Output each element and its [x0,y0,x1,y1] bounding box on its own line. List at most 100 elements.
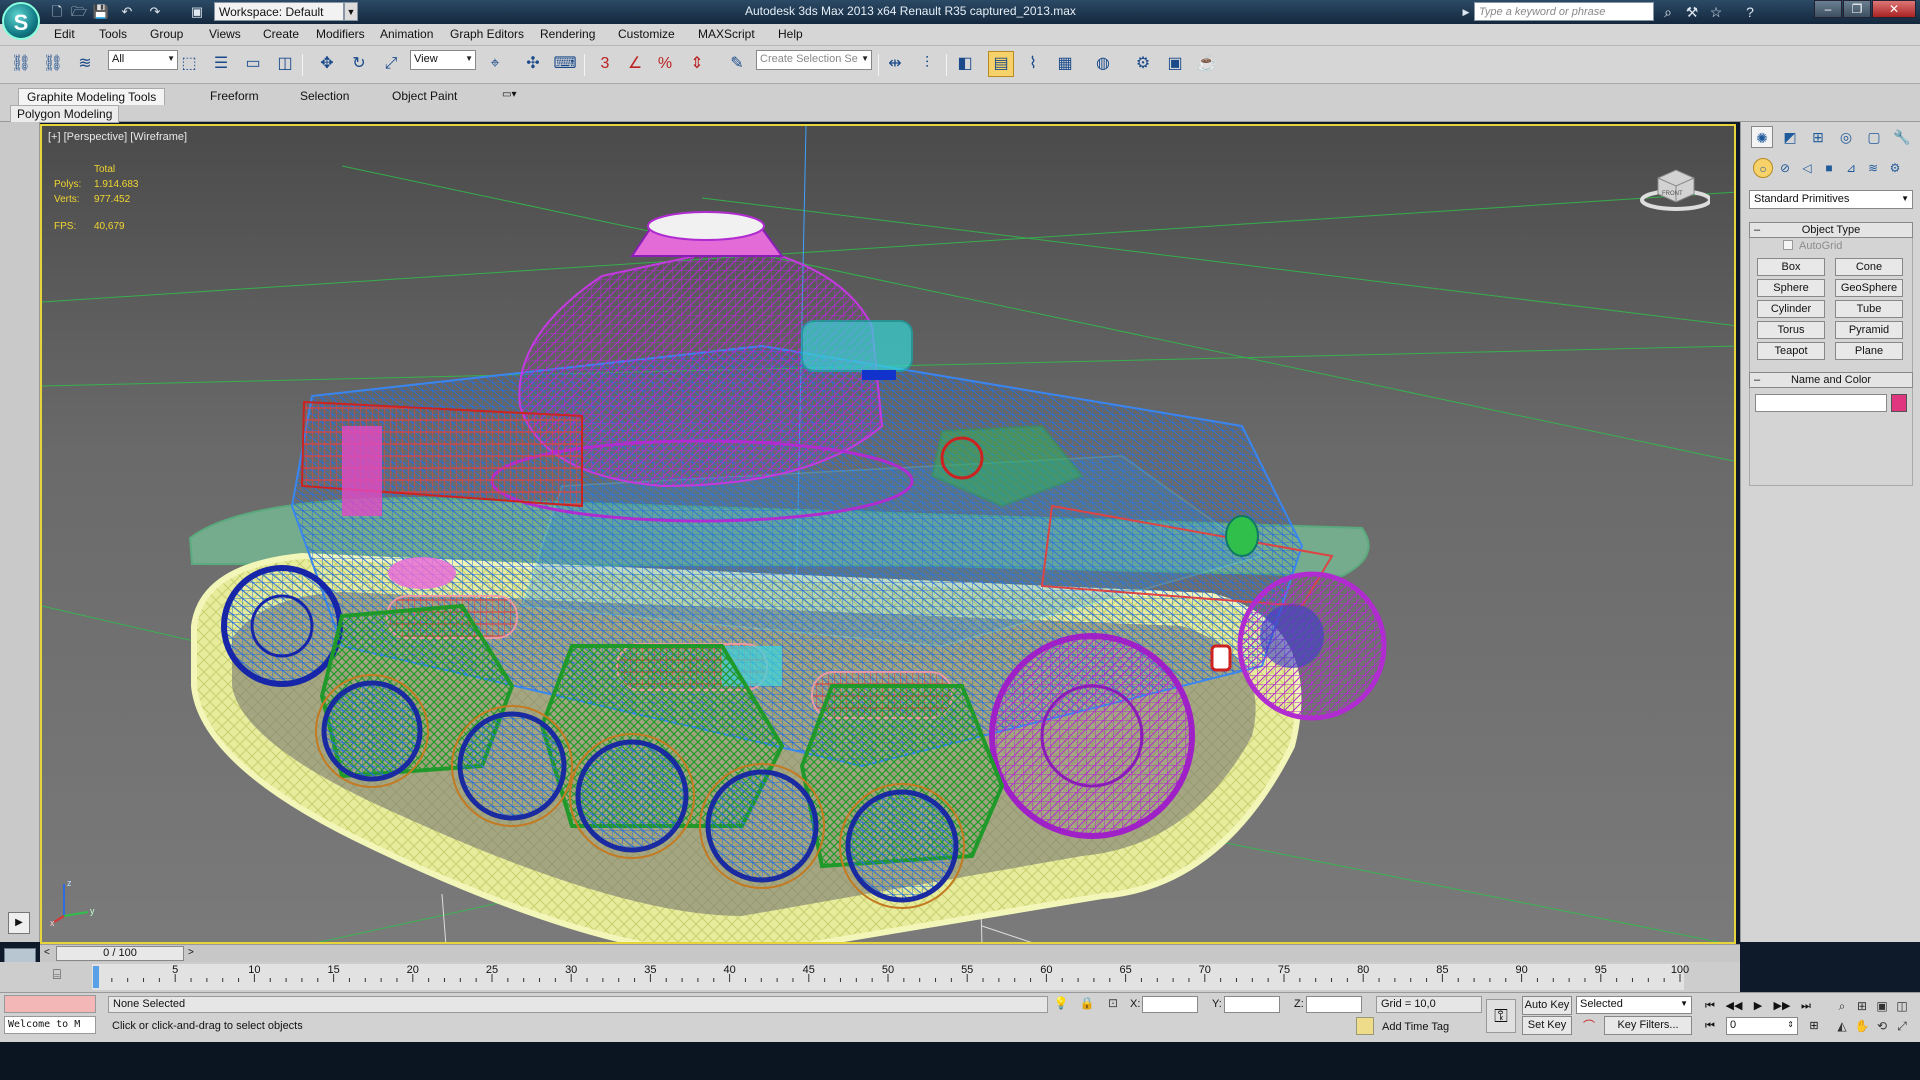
new-file-icon[interactable]: 🗋 [48,3,66,21]
tab-selection[interactable]: Selection [292,88,357,105]
menu-tools[interactable]: Tools [99,27,127,41]
maxscript-mini-listener-output[interactable] [4,995,96,1013]
menu-modifiers[interactable]: Modifiers [316,27,365,41]
menu-group[interactable]: Group [150,27,183,41]
perspective-viewport[interactable]: [+] [Perspective] [Wireframe] Total Poly… [40,124,1736,944]
field-of-view-icon[interactable]: ◭ [1832,1017,1852,1035]
current-frame-spinner[interactable]: 0 ⇕ [1726,1017,1798,1035]
play-icon[interactable]: ▶ [1748,997,1768,1015]
tab-graphite-modeling-tools[interactable]: Graphite Modeling Tools [18,88,166,105]
menu-rendering[interactable]: Rendering [540,27,595,41]
cameras-category-icon[interactable]: ■ [1819,158,1839,178]
tab-object-paint[interactable]: Object Paint [384,88,465,105]
geosphere-button[interactable]: GeoSphere [1835,279,1903,297]
reference-coordinate-dropdown[interactable]: View ▼ [410,50,476,70]
zoom-extents-all-icon[interactable]: ◫ [1892,997,1912,1015]
panel-polygon-modeling[interactable]: Polygon Modeling [10,105,120,123]
go-to-end-icon[interactable]: ⏭ [1796,997,1816,1015]
selection-lock-icon[interactable]: 🔒 [1078,996,1096,1013]
snaps-toggle-icon[interactable]: 3 [592,51,618,77]
shapes-category-icon[interactable]: ⊘ [1775,158,1795,178]
set-key-button[interactable]: Set Key [1522,1016,1572,1035]
render-setup-icon[interactable]: ⚙ [1130,51,1156,77]
rendered-frame-window-icon[interactable]: ▣ [1162,51,1188,77]
binoculars-icon[interactable]: ⌕ [1658,3,1678,21]
open-file-icon[interactable]: 🗁 [70,3,88,21]
add-time-tag-button[interactable]: Add Time Tag [1358,1017,1482,1037]
workspace-dropdown[interactable]: Workspace: Default [214,2,344,21]
systems-category-icon[interactable]: ⚙ [1885,158,1905,178]
zoom-all-icon[interactable]: ⊞ [1852,997,1872,1015]
keyboard-shortcut-override-icon[interactable]: ⌨ [552,51,578,77]
time-slider-thumb[interactable]: 0 / 100 [56,946,184,961]
hierarchy-tab-icon[interactable]: ⊞ [1807,126,1829,148]
geometry-category-icon[interactable]: ○ [1753,158,1773,178]
key-mode-dropdown[interactable]: Selected ▼ [1576,996,1692,1014]
layer-manager-icon[interactable]: ◧ [952,51,978,77]
percent-snap-icon[interactable]: % [652,51,678,77]
restore-button[interactable]: ❐ [1843,0,1871,18]
mirror-icon[interactable]: ⇹ [882,51,908,77]
menu-customize[interactable]: Customize [618,27,675,41]
pyramid-button[interactable]: Pyramid [1835,321,1903,339]
help-icon[interactable]: ? [1740,3,1760,21]
time-slider-prev[interactable]: < [44,947,50,958]
viewport-layout-expand-button[interactable]: ▶ [8,912,30,934]
menu-views[interactable]: Views [209,27,241,41]
named-selection-dropdown[interactable]: Create Selection Se ▼ [756,50,872,70]
next-frame-icon[interactable]: ▶▶ [1772,997,1792,1015]
project-folder-icon[interactable]: ▣ [188,3,206,21]
zoom-icon[interactable]: ⌕ [1832,997,1852,1015]
z-coord-field[interactable] [1306,996,1362,1013]
rectangular-region-icon[interactable]: ▭ [240,51,266,77]
minimize-button[interactable]: – [1814,0,1842,18]
viewcube[interactable]: FRONT [1640,162,1710,212]
lights-category-icon[interactable]: ◁ [1797,158,1817,178]
sphere-button[interactable]: Sphere [1757,279,1825,297]
unlink-icon[interactable]: ⛓ [40,51,66,77]
select-by-name-icon[interactable]: ☰ [208,51,234,77]
orbit-icon[interactable]: ⟲ [1872,1017,1892,1035]
select-manipulate-icon[interactable]: ✣ [520,51,546,77]
align-icon[interactable]: ⫶ [914,51,940,77]
select-and-scale-icon[interactable]: ⤢ [378,51,404,77]
motion-tab-icon[interactable]: ◎ [1835,126,1857,148]
application-button[interactable]: S [2,2,40,40]
create-tab-icon[interactable]: ✺ [1751,126,1773,148]
maxscript-mini-listener-input[interactable]: Welcome to M [4,1016,96,1034]
autogrid-checkbox[interactable]: AutoGrid [1783,240,1842,252]
auto-key-button[interactable]: Auto Key [1522,996,1572,1015]
cylinder-button[interactable]: Cylinder [1757,300,1825,318]
menu-help[interactable]: Help [778,27,803,41]
search-expand-icon[interactable]: ▶ [1456,3,1476,21]
x-coord-field[interactable] [1142,996,1198,1013]
key-filters-button[interactable]: Key Filters... [1604,1016,1692,1035]
key-mode-toggle-icon[interactable]: ⏮ [1700,1017,1720,1035]
set-keys-key-icon[interactable]: ⚿ [1486,999,1516,1033]
y-coord-field[interactable] [1224,996,1280,1013]
select-and-rotate-icon[interactable]: ↻ [346,51,372,77]
previous-frame-icon[interactable]: ◀◀ [1724,997,1744,1015]
graphite-toggle-icon[interactable]: ▤ [988,51,1014,77]
undo-icon[interactable]: ↶ [118,3,136,21]
edit-named-selection-icon[interactable]: ✎ [724,51,750,77]
primitive-category-dropdown[interactable]: Standard Primitives ▼ [1749,190,1913,209]
render-production-icon[interactable]: ☕ [1194,51,1220,77]
helpers-category-icon[interactable]: ⊿ [1841,158,1861,178]
save-file-icon[interactable]: 💾 [92,3,110,21]
subscription-icon[interactable]: ⚒ [1682,3,1702,21]
tube-button[interactable]: Tube [1835,300,1903,318]
display-tab-icon[interactable]: ▢ [1863,126,1885,148]
menu-animation[interactable]: Animation [380,27,433,41]
default-in-out-tangent-icon[interactable]: ⌒ [1580,1017,1598,1035]
utilities-tab-icon[interactable]: 🔧 [1891,126,1913,148]
isolate-selection-icon[interactable]: 💡 [1052,996,1070,1013]
ribbon-options-dropdown[interactable]: ▭▾ [494,88,524,105]
box-button[interactable]: Box [1757,258,1825,276]
tab-freeform[interactable]: Freeform [202,88,267,105]
teapot-button[interactable]: Teapot [1757,342,1825,360]
plane-button[interactable]: Plane [1835,342,1903,360]
chevron-down-icon[interactable]: ▼ [344,2,358,21]
close-button[interactable]: ✕ [1872,0,1916,18]
select-object-icon[interactable]: ⬚ [176,51,202,77]
